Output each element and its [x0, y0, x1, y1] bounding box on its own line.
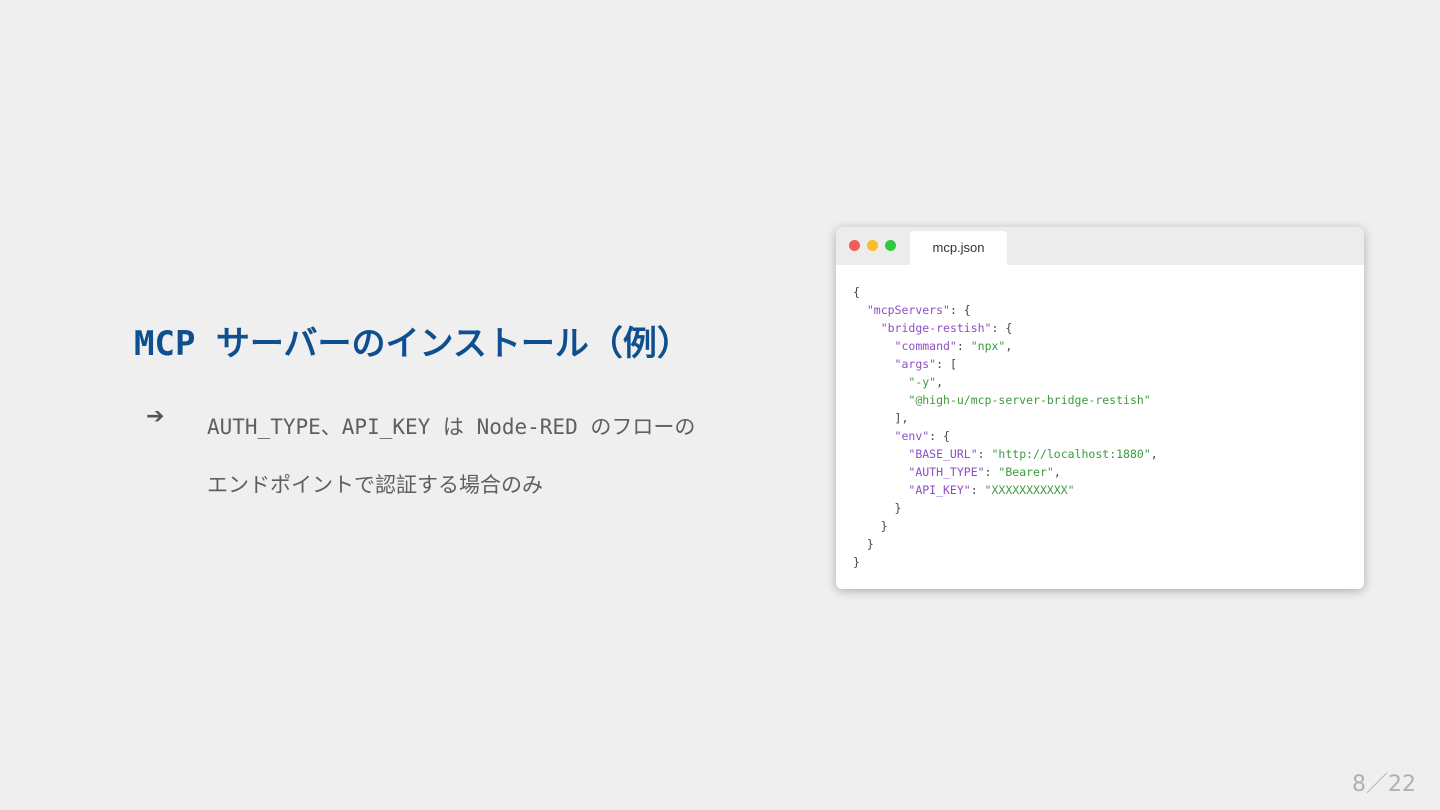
code-line: "mcpServers": { — [866, 303, 971, 317]
close-dot-icon — [849, 240, 860, 251]
file-tab-mcp-json[interactable]: mcp.json — [910, 231, 1007, 265]
code-line: } — [853, 555, 860, 569]
code-line: "-y", — [908, 375, 944, 389]
code-line: } — [853, 537, 874, 551]
maximize-dot-icon — [885, 240, 896, 251]
code-line: } — [853, 501, 902, 515]
minimize-dot-icon — [867, 240, 878, 251]
code-line: { — [853, 285, 860, 299]
code-block: { "mcpServers": { "bridge-restish": { "c… — [836, 265, 1364, 571]
slide-title: MCP サーバーのインストール（例） — [134, 324, 691, 364]
code-line: "env": { — [894, 429, 950, 443]
bullet-text: AUTH_TYPE、API_KEY は Node-RED のフローの エンドポイ… — [207, 398, 695, 514]
bullet-line-2: エンドポイントで認証する場合のみ — [207, 473, 543, 497]
arrow-right-icon: ➔ — [146, 404, 165, 429]
bullet-line-1: AUTH_TYPE、API_KEY は Node-RED のフローの — [207, 415, 696, 439]
code-line: "bridge-restish": { — [880, 321, 1013, 335]
code-line: "API_KEY": "XXXXXXXXXXX" — [908, 483, 1075, 497]
window-title-bar: mcp.json — [836, 227, 1364, 265]
code-line: } — [853, 519, 888, 533]
page-number: 8／22 — [1352, 772, 1416, 797]
code-line: "BASE_URL": "http://localhost:1880", — [908, 447, 1158, 461]
code-line: "AUTH_TYPE": "Bearer", — [908, 465, 1061, 479]
code-window: mcp.json { "mcpServers": { "bridge-resti… — [836, 227, 1364, 589]
code-line: "@high-u/mcp-server-bridge-restish" — [908, 393, 1151, 407]
code-line: "command": "npx", — [894, 339, 1013, 353]
code-line: ], — [853, 411, 909, 425]
code-line: "args": [ — [894, 357, 957, 371]
